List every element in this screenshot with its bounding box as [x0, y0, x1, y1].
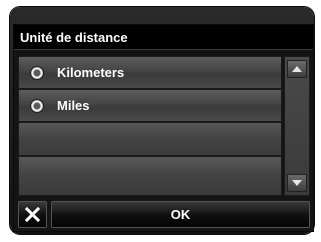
close-icon [25, 207, 40, 222]
option-kilometers[interactable]: Kilometers [18, 56, 282, 89]
option-miles[interactable]: Miles [18, 89, 282, 122]
radio-button-icon[interactable] [30, 66, 44, 80]
empty-row [18, 122, 282, 156]
scroll-up-button[interactable] [287, 60, 307, 78]
close-button[interactable] [18, 201, 47, 228]
screen: Unité de distance Kilometers Miles OK [0, 0, 321, 242]
arrow-down-icon [292, 180, 302, 186]
arrow-up-icon [292, 66, 302, 72]
option-label: Kilometers [57, 65, 125, 80]
ok-button[interactable]: OK [51, 201, 310, 228]
dialog-title: Unité de distance [14, 25, 313, 50]
radio-button-icon[interactable] [30, 99, 44, 113]
option-list: Kilometers Miles [18, 56, 282, 196]
scroll-down-button[interactable] [287, 174, 307, 192]
option-label: Miles [57, 98, 90, 113]
distance-unit-dialog: Unité de distance Kilometers Miles OK [13, 24, 314, 232]
scrollbar[interactable] [284, 56, 310, 196]
empty-row [18, 156, 282, 196]
